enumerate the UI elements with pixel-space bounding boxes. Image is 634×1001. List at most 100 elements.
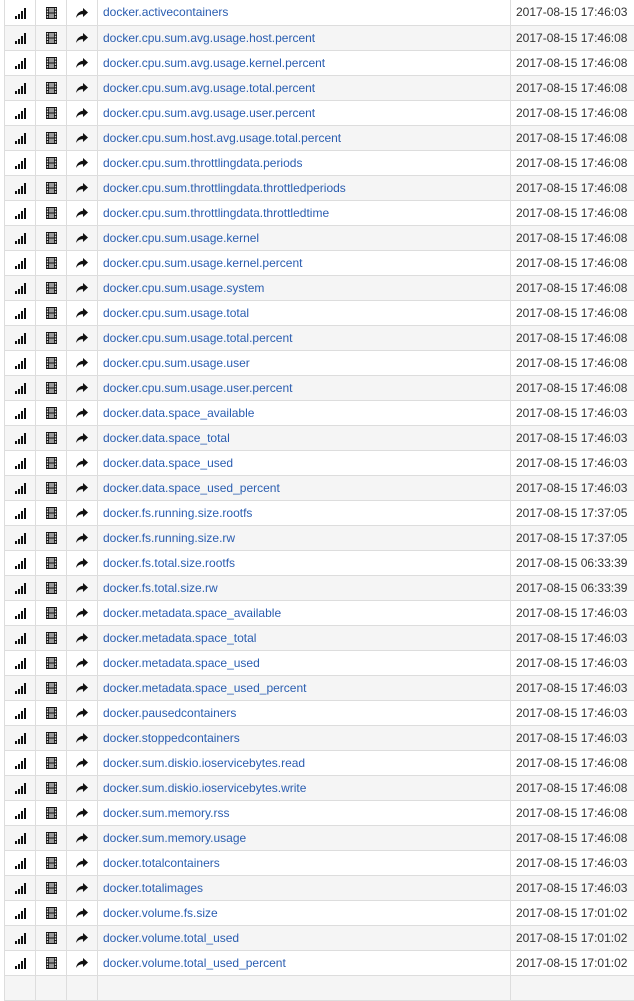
metric-link[interactable]: docker.cpu.sum.avg.usage.kernel.percent xyxy=(103,56,325,70)
share-cell[interactable] xyxy=(67,450,98,475)
film-cell[interactable] xyxy=(36,300,67,325)
film-icon[interactable] xyxy=(46,307,57,319)
metric-link[interactable]: docker.data.space_available xyxy=(103,406,254,420)
share-arrow-icon[interactable] xyxy=(76,708,88,718)
metric-link[interactable]: docker.cpu.sum.usage.user xyxy=(103,356,250,370)
film-icon[interactable] xyxy=(46,432,57,444)
bar-chart-icon[interactable] xyxy=(15,358,26,369)
graph-cell[interactable] xyxy=(5,425,36,450)
graph-cell[interactable] xyxy=(5,500,36,525)
film-icon[interactable] xyxy=(46,257,57,269)
bar-chart-icon[interactable] xyxy=(15,883,26,894)
metric-link[interactable]: docker.stoppedcontainers xyxy=(103,731,240,745)
graph-cell[interactable] xyxy=(5,725,36,750)
graph-cell[interactable] xyxy=(5,150,36,175)
share-arrow-icon[interactable] xyxy=(76,933,88,943)
film-cell[interactable] xyxy=(36,650,67,675)
metric-link[interactable]: docker.volume.fs.size xyxy=(103,906,218,920)
share-cell[interactable] xyxy=(67,825,98,850)
film-icon[interactable] xyxy=(46,557,57,569)
share-cell[interactable] xyxy=(67,725,98,750)
metric-link[interactable]: docker.fs.total.size.rw xyxy=(103,581,218,595)
film-cell[interactable] xyxy=(36,675,67,700)
metric-link[interactable]: docker.data.space_used xyxy=(103,456,233,470)
film-icon[interactable] xyxy=(46,507,57,519)
bar-chart-icon[interactable] xyxy=(15,483,26,494)
film-cell[interactable] xyxy=(36,50,67,75)
film-cell[interactable] xyxy=(36,350,67,375)
graph-cell[interactable] xyxy=(5,875,36,900)
share-cell[interactable] xyxy=(67,700,98,725)
film-icon[interactable] xyxy=(46,532,57,544)
share-cell[interactable] xyxy=(67,375,98,400)
film-cell[interactable] xyxy=(36,750,67,775)
film-cell[interactable] xyxy=(36,500,67,525)
share-cell[interactable] xyxy=(67,100,98,125)
share-arrow-icon[interactable] xyxy=(76,233,88,243)
film-icon[interactable] xyxy=(46,357,57,369)
graph-cell[interactable] xyxy=(5,0,36,25)
film-icon[interactable] xyxy=(46,7,57,19)
film-icon[interactable] xyxy=(46,657,57,669)
film-icon[interactable] xyxy=(46,582,57,594)
metric-link[interactable]: docker.cpu.sum.avg.usage.host.percent xyxy=(103,31,315,45)
metric-link[interactable]: docker.volume.total_used xyxy=(103,931,239,945)
film-cell[interactable] xyxy=(36,375,67,400)
film-cell[interactable] xyxy=(36,425,67,450)
metric-link[interactable]: docker.cpu.sum.throttlingdata.throttledp… xyxy=(103,181,346,195)
film-icon[interactable] xyxy=(46,607,57,619)
metric-link[interactable]: docker.totalimages xyxy=(103,881,203,895)
bar-chart-icon[interactable] xyxy=(15,608,26,619)
graph-cell[interactable] xyxy=(5,700,36,725)
share-arrow-icon[interactable] xyxy=(76,383,88,393)
share-arrow-icon[interactable] xyxy=(76,858,88,868)
bar-chart-icon[interactable] xyxy=(15,158,26,169)
film-icon[interactable] xyxy=(46,707,57,719)
graph-cell[interactable] xyxy=(5,125,36,150)
film-cell[interactable] xyxy=(36,225,67,250)
share-cell[interactable] xyxy=(67,775,98,800)
share-arrow-icon[interactable] xyxy=(76,408,88,418)
bar-chart-icon[interactable] xyxy=(15,583,26,594)
bar-chart-icon[interactable] xyxy=(15,808,26,819)
film-cell[interactable] xyxy=(36,450,67,475)
metric-link[interactable]: docker.metadata.space_used_percent xyxy=(103,681,306,695)
film-cell[interactable] xyxy=(36,525,67,550)
film-icon[interactable] xyxy=(46,407,57,419)
graph-cell[interactable] xyxy=(5,100,36,125)
bar-chart-icon[interactable] xyxy=(15,558,26,569)
metric-link[interactable]: docker.activecontainers xyxy=(103,5,228,19)
bar-chart-icon[interactable] xyxy=(15,433,26,444)
metric-link[interactable]: docker.data.space_total xyxy=(103,431,230,445)
share-arrow-icon[interactable] xyxy=(76,658,88,668)
film-cell[interactable] xyxy=(36,800,67,825)
graph-cell[interactable] xyxy=(5,925,36,950)
film-cell[interactable] xyxy=(36,875,67,900)
metric-link[interactable]: docker.fs.total.size.rootfs xyxy=(103,556,235,570)
metric-link[interactable]: docker.cpu.sum.usage.total xyxy=(103,306,249,320)
share-cell[interactable] xyxy=(67,800,98,825)
bar-chart-icon[interactable] xyxy=(15,283,26,294)
metric-link[interactable]: docker.cpu.sum.avg.usage.user.percent xyxy=(103,106,315,120)
bar-chart-icon[interactable] xyxy=(15,658,26,669)
film-icon[interactable] xyxy=(46,732,57,744)
metric-link[interactable]: docker.cpu.sum.throttlingdata.throttledt… xyxy=(103,206,329,220)
film-cell[interactable] xyxy=(36,925,67,950)
share-cell[interactable] xyxy=(67,175,98,200)
film-icon[interactable] xyxy=(46,57,57,69)
film-cell[interactable] xyxy=(36,600,67,625)
share-arrow-icon[interactable] xyxy=(76,333,88,343)
film-icon[interactable] xyxy=(46,482,57,494)
bar-chart-icon[interactable] xyxy=(15,58,26,69)
metric-link[interactable]: docker.data.space_used_percent xyxy=(103,481,280,495)
graph-cell[interactable] xyxy=(5,300,36,325)
film-cell[interactable] xyxy=(36,825,67,850)
share-arrow-icon[interactable] xyxy=(76,258,88,268)
bar-chart-icon[interactable] xyxy=(15,733,26,744)
metric-link[interactable]: docker.cpu.sum.usage.user.percent xyxy=(103,381,292,395)
film-icon[interactable] xyxy=(46,457,57,469)
film-icon[interactable] xyxy=(46,332,57,344)
bar-chart-icon[interactable] xyxy=(15,783,26,794)
film-cell[interactable] xyxy=(36,575,67,600)
graph-cell[interactable] xyxy=(5,375,36,400)
